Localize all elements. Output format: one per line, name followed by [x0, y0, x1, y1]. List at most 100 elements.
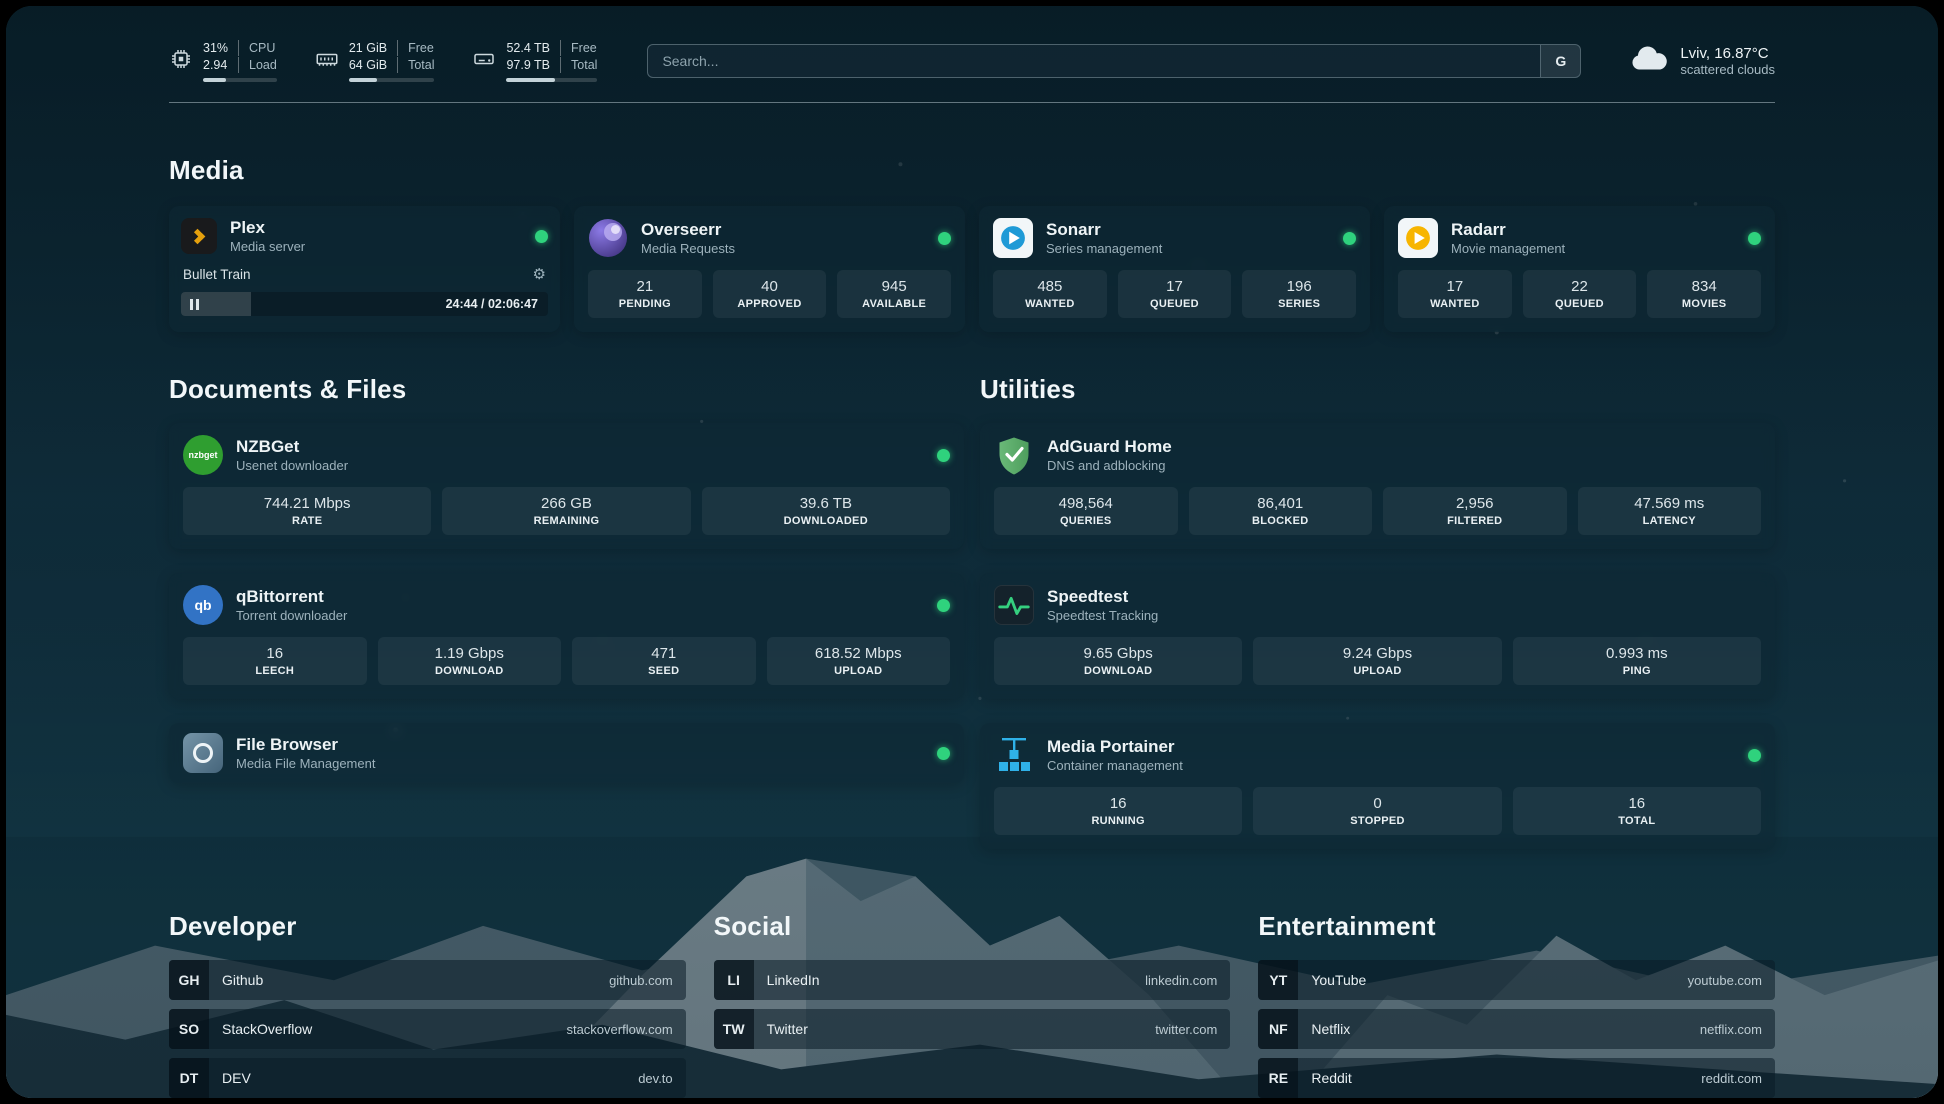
app-desc: Media server: [230, 238, 305, 255]
search-engine-button[interactable]: G: [1540, 45, 1580, 77]
overseerr-card[interactable]: Overseerr Media Requests 21PENDING 40APP…: [574, 206, 965, 332]
cpu-label: CPU: [238, 40, 277, 56]
status-dot: [1748, 232, 1761, 245]
stat-box: 834MOVIES: [1647, 270, 1761, 318]
radarr-card[interactable]: Radarr Movie management 17WANTED 22QUEUE…: [1384, 206, 1775, 332]
app-name: NZBGet: [236, 436, 348, 457]
app-desc: Container management: [1047, 757, 1183, 774]
status-dot: [937, 449, 950, 462]
section-title-social: Social: [714, 911, 1231, 942]
cpu-icon: [169, 47, 193, 76]
entertainment-column: Entertainment YT YouTube youtube.com NF …: [1258, 911, 1775, 1098]
app-name: qBittorrent: [236, 586, 347, 607]
memory-total-label: Total: [397, 57, 434, 73]
stat-box: 40APPROVED: [713, 270, 827, 318]
storage-free-value: 52.4 TB: [506, 40, 560, 56]
app-desc: Torrent downloader: [236, 607, 347, 624]
memory-free-label: Free: [397, 40, 434, 56]
stat-box: 47.569 msLATENCY: [1578, 487, 1762, 535]
plex-icon: [181, 218, 217, 254]
system-stats: 31% CPU 2.94 Load: [169, 40, 597, 82]
stat-box: 21PENDING: [588, 270, 702, 318]
stat-box: 2,956FILTERED: [1383, 487, 1567, 535]
storage-free-label: Free: [560, 40, 597, 56]
storage-stat: 52.4 TB Free 97.9 TB Total: [472, 40, 597, 82]
cpu-progress-bar: [203, 78, 277, 82]
section-title-developer: Developer: [169, 911, 686, 942]
memory-icon: [315, 47, 339, 76]
playback-progress-bar[interactable]: 24:44 / 02:06:47: [181, 292, 548, 316]
bookmark-twitter[interactable]: TW Twitter twitter.com: [714, 1009, 1231, 1049]
nzbget-icon: nzbget: [183, 435, 223, 475]
stat-box: 86,401BLOCKED: [1189, 487, 1373, 535]
status-dot: [937, 747, 950, 760]
documents-column: Documents & Files nzbget NZBGet Usenet d…: [169, 332, 964, 783]
section-title-entertainment: Entertainment: [1258, 911, 1775, 942]
stat-box: 0.993 msPING: [1513, 637, 1761, 685]
settings-gear-icon[interactable]: ⚙: [533, 265, 546, 283]
app-name: File Browser: [236, 734, 375, 755]
media-grid: Plex Media server Bullet Train ⚙ 24:44 /…: [169, 206, 1775, 332]
stat-box: 485WANTED: [993, 270, 1107, 318]
storage-progress-bar: [506, 78, 597, 82]
app-desc: Media Requests: [641, 240, 735, 257]
bookmark-reddit[interactable]: RE Reddit reddit.com: [1258, 1058, 1775, 1098]
qbittorrent-icon: qb: [183, 585, 223, 625]
speedtest-card[interactable]: Speedtest Speedtest Tracking 9.65 GbpsDO…: [980, 573, 1775, 699]
header-divider: [169, 102, 1775, 103]
twitter-icon: TW: [714, 1009, 754, 1049]
stat-box: 17WANTED: [1398, 270, 1512, 318]
stat-box: 945AVAILABLE: [837, 270, 951, 318]
social-column: Social LI LinkedIn linkedin.com TW Twitt…: [714, 911, 1231, 1098]
app-desc: Speedtest Tracking: [1047, 607, 1158, 624]
developer-column: Developer GH Github github.com SO StackO…: [169, 911, 686, 1098]
app-name: Radarr: [1451, 219, 1565, 240]
bookmark-dev[interactable]: DT DEV dev.to: [169, 1058, 686, 1098]
radarr-icon: [1398, 218, 1438, 258]
top-bar: 31% CPU 2.94 Load: [169, 40, 1775, 82]
bookmark-github[interactable]: GH Github github.com: [169, 960, 686, 1000]
stat-box: 9.65 GbpsDOWNLOAD: [994, 637, 1242, 685]
status-dot: [938, 232, 951, 245]
app-desc: Usenet downloader: [236, 457, 348, 474]
adguard-icon: [994, 435, 1034, 475]
nzbget-card[interactable]: nzbget NZBGet Usenet downloader 744.21 M…: [169, 423, 964, 549]
overseerr-icon: [588, 218, 628, 258]
stat-box: 39.6 TBDOWNLOADED: [702, 487, 950, 535]
status-dot: [535, 230, 548, 243]
dev-icon: DT: [169, 1058, 209, 1098]
qbittorrent-card[interactable]: qb qBittorrent Torrent downloader 16LEEC…: [169, 573, 964, 699]
status-dot: [937, 599, 950, 612]
stat-box: 618.52 MbpsUPLOAD: [767, 637, 951, 685]
linkedin-icon: LI: [714, 960, 754, 1000]
filebrowser-card[interactable]: File Browser Media File Management: [169, 723, 964, 783]
bookmark-youtube[interactable]: YT YouTube youtube.com: [1258, 960, 1775, 1000]
bookmark-linkedin[interactable]: LI LinkedIn linkedin.com: [714, 960, 1231, 1000]
app-desc: Movie management: [1451, 240, 1565, 257]
portainer-card[interactable]: Media Portainer Container management 16R…: [980, 723, 1775, 849]
app-name: Media Portainer: [1047, 736, 1183, 757]
app-name: Plex: [230, 217, 305, 238]
dashboard-screen: 31% CPU 2.94 Load: [6, 6, 1938, 1098]
stat-box: 9.24 GbpsUPLOAD: [1253, 637, 1501, 685]
storage-total-label: Total: [560, 57, 597, 73]
app-desc: Series management: [1046, 240, 1162, 257]
app-name: Overseerr: [641, 219, 735, 240]
adguard-card[interactable]: AdGuard Home DNS and adblocking 498,564Q…: [980, 423, 1775, 549]
search-input[interactable]: [648, 45, 1540, 77]
app-desc: DNS and adblocking: [1047, 457, 1172, 474]
pause-icon[interactable]: [190, 299, 199, 310]
memory-total-value: 64 GiB: [349, 57, 397, 73]
app-name: Sonarr: [1046, 219, 1162, 240]
plex-card[interactable]: Plex Media server Bullet Train ⚙ 24:44 /…: [169, 206, 560, 332]
section-title-documents: Documents & Files: [169, 374, 964, 405]
sonarr-card[interactable]: Sonarr Series management 485WANTED 17QUE…: [979, 206, 1370, 332]
stat-box: 17QUEUED: [1118, 270, 1232, 318]
utilities-column: Utilities AdGuard Home: [980, 332, 1775, 849]
stat-box: 22QUEUED: [1523, 270, 1637, 318]
memory-progress-bar: [349, 78, 435, 82]
github-icon: GH: [169, 960, 209, 1000]
storage-icon: [472, 47, 496, 76]
bookmark-stackoverflow[interactable]: SO StackOverflow stackoverflow.com: [169, 1009, 686, 1049]
bookmark-netflix[interactable]: NF Netflix netflix.com: [1258, 1009, 1775, 1049]
